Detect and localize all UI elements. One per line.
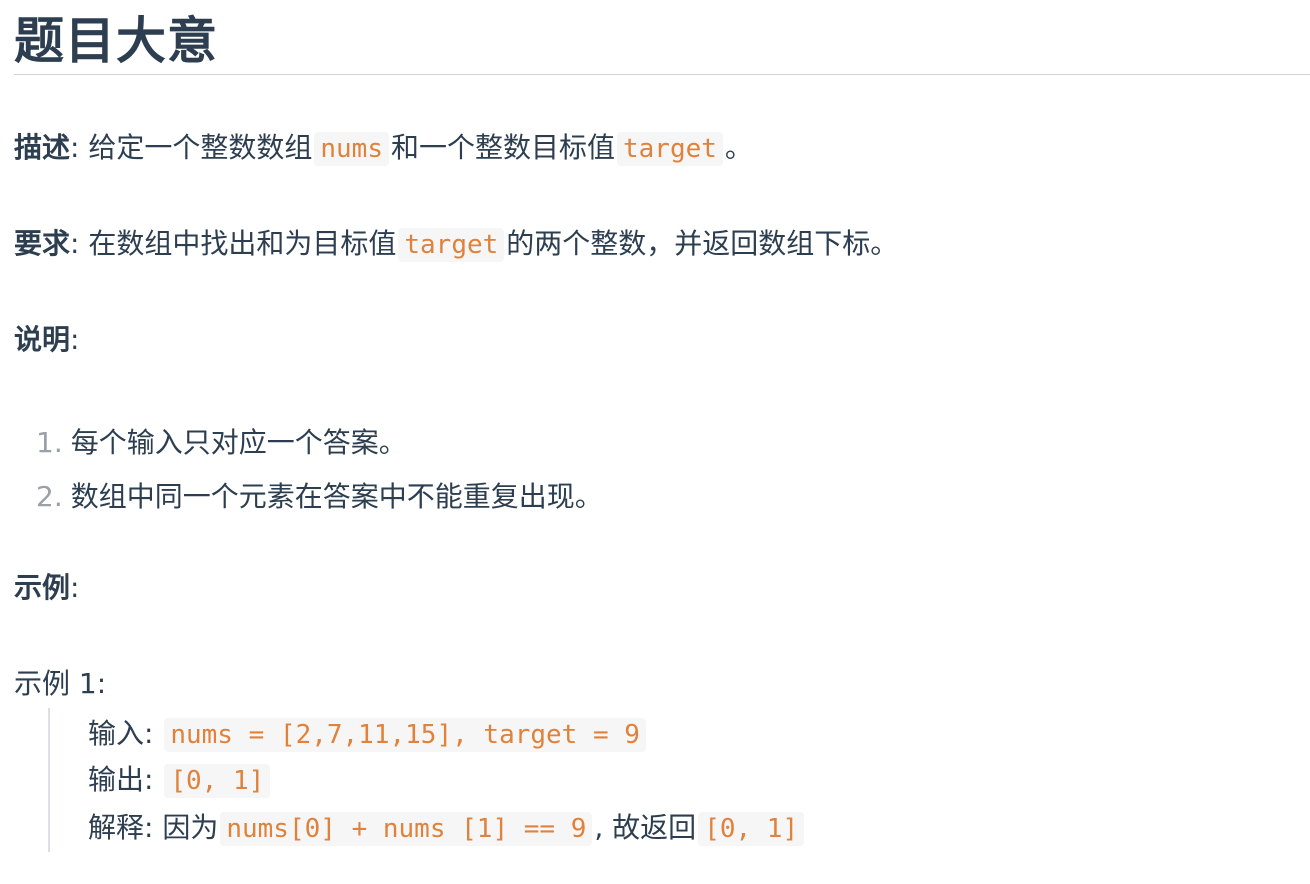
example-explain-line: 解释: 因为 nums[0] + nums [1] == 9, 故返回 [0, 1] xyxy=(88,806,806,851)
code-target: target xyxy=(617,132,723,166)
requirement-label: 要求 xyxy=(14,227,71,260)
input-label: 输入: xyxy=(88,717,154,750)
notes-label: 说明 xyxy=(14,323,71,356)
example-input-line: 输入: nums = [2,7,11,15], target = 9 xyxy=(88,712,648,757)
requirement-paragraph: 要求: 在数组中找出和为目标值 target 的两个整数，并返回数组下标。 xyxy=(14,222,898,267)
explain-text-before: 因为 xyxy=(153,811,219,844)
explain-text-middle: , 故返回 xyxy=(594,811,697,844)
notes-heading: 说明: xyxy=(14,318,79,362)
explain-result-code: [0, 1] xyxy=(698,812,805,846)
code-nums: nums xyxy=(314,132,389,166)
example-output-line: 输出: [0, 1] xyxy=(88,758,272,803)
example-title: 示例 1: xyxy=(14,667,107,700)
title-divider xyxy=(14,74,1310,75)
requirement-text-after: 的两个整数，并返回数组下标。 xyxy=(506,227,899,260)
description-text-before: 给定一个整数数组 xyxy=(79,131,313,164)
explain-code: nums[0] + nums [1] == 9 xyxy=(220,812,593,846)
list-item-text: 数组中同一个元素在答案中不能重复出现。 xyxy=(70,480,603,513)
list-item: 2. 数组中同一个元素在答案中不能重复出现。 xyxy=(36,470,603,524)
page-title: 题目大意 xyxy=(14,12,218,70)
description-text-after: 。 xyxy=(724,131,753,164)
description-label: 描述 xyxy=(14,131,71,164)
list-item-text: 每个输入只对应一个答案。 xyxy=(70,426,407,459)
list-marker: 2. xyxy=(36,480,63,513)
notes-colon: : xyxy=(70,323,80,356)
description-text-middle: 和一个整数目标值 xyxy=(390,131,615,164)
examples-label: 示例 xyxy=(14,571,71,604)
examples-colon: : xyxy=(70,571,80,604)
requirement-text-before: 在数组中找出和为目标值 xyxy=(79,227,397,260)
examples-heading: 示例: xyxy=(14,566,79,610)
output-label: 输出: xyxy=(88,763,154,796)
list-marker: 1. xyxy=(36,426,63,459)
example-blockquote: 输入: nums = [2,7,11,15], target = 9 输出: [… xyxy=(48,708,950,852)
description-paragraph: 描述: 给定一个整数数组 nums 和一个整数目标值 target。 xyxy=(14,126,753,171)
explain-label: 解释: xyxy=(88,811,154,844)
input-code: nums = [2,7,11,15], target = 9 xyxy=(164,718,646,752)
notes-list: 1. 每个输入只对应一个答案。 2. 数组中同一个元素在答案中不能重复出现。 xyxy=(36,416,603,524)
output-code: [0, 1] xyxy=(164,764,271,798)
code-target: target xyxy=(398,228,505,262)
list-item: 1. 每个输入只对应一个答案。 xyxy=(36,416,603,470)
document-page: 题目大意 描述: 给定一个整数数组 nums 和一个整数目标值 target。 要求:… xyxy=(14,0,1310,852)
